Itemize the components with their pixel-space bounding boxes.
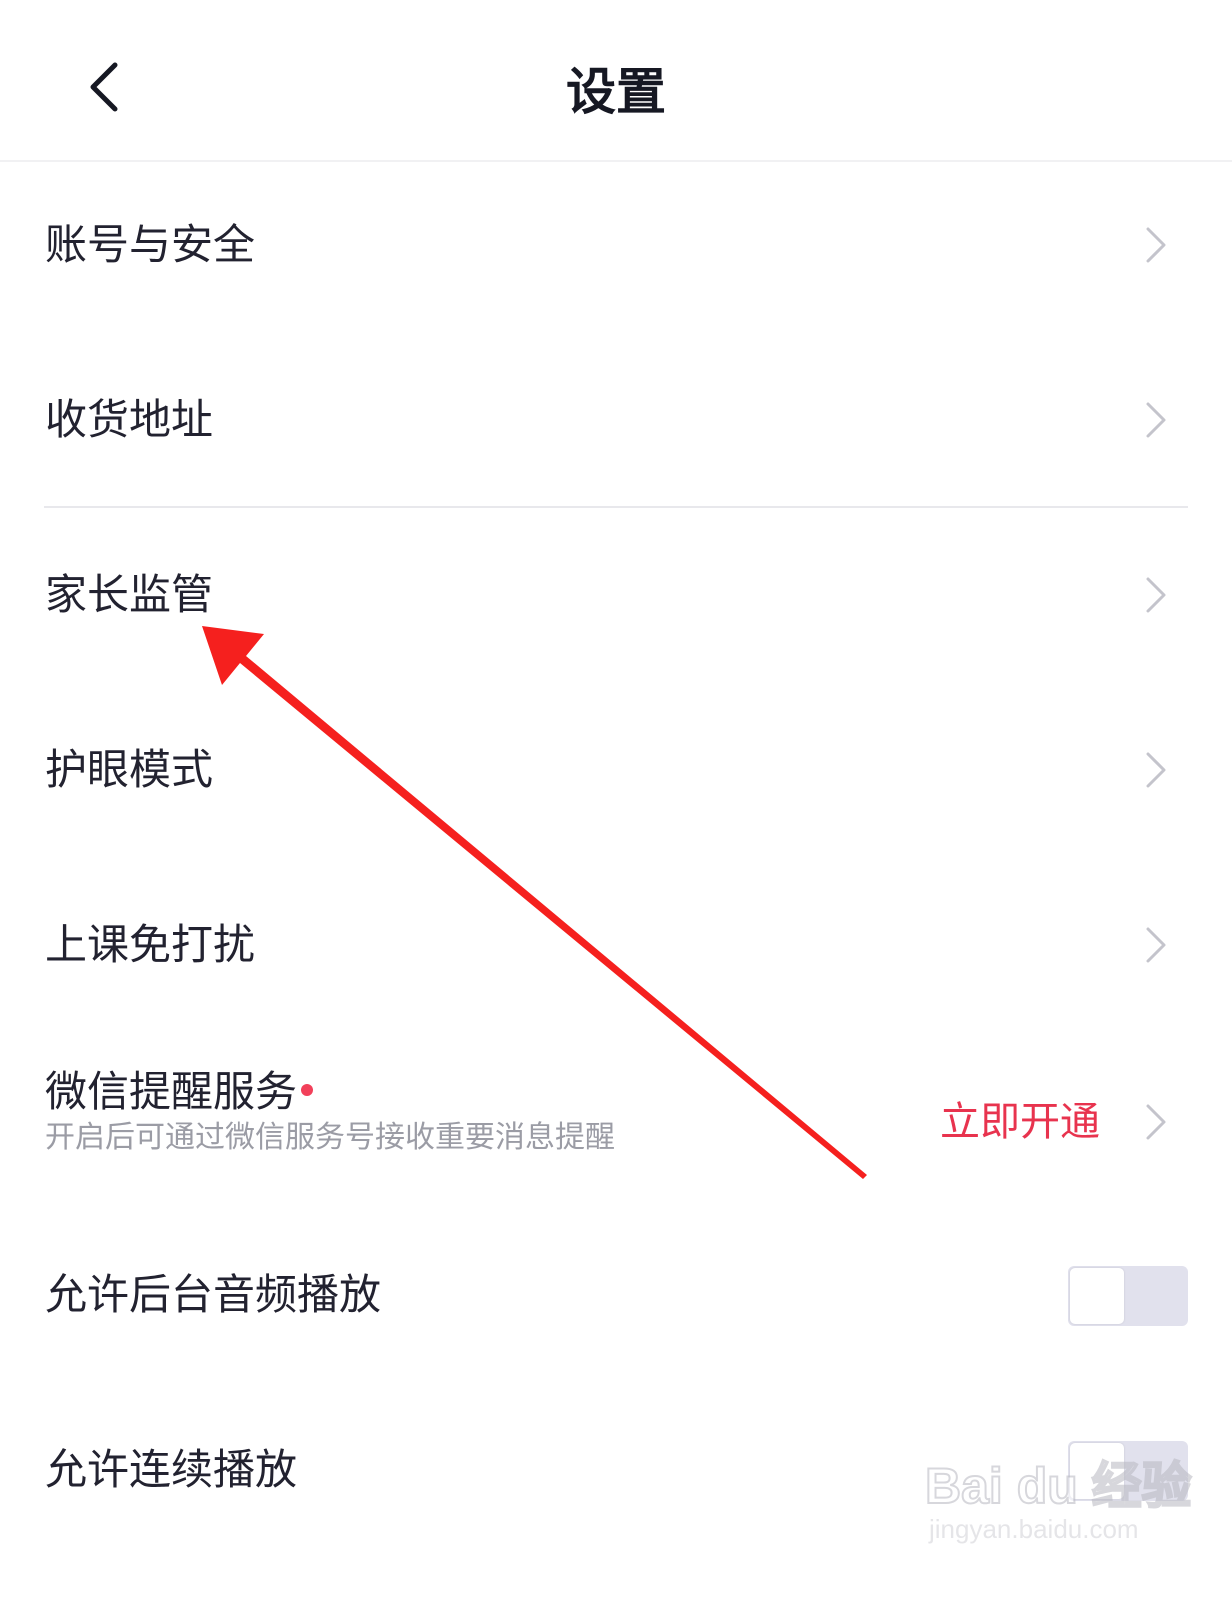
settings-item-description: 开启后可通过微信服务号接收重要消息提醒	[45, 1120, 615, 1155]
settings-item-shipping-address[interactable]: 收货地址	[0, 350, 1232, 490]
chevron-right-icon	[1146, 752, 1166, 788]
settings-item-label: 上课免打扰	[45, 920, 256, 969]
chevron-right-icon	[1146, 227, 1166, 263]
settings-item-parental-control[interactable]: 家长监管	[0, 525, 1232, 665]
settings-item-wechat-reminder[interactable]: 微信提醒服务 开启后可通过微信服务号接收重要消息提醒 立即开通	[0, 1050, 1232, 1210]
settings-item-label: 微信提醒服务	[45, 1067, 298, 1116]
chevron-right-icon	[1146, 927, 1166, 963]
settings-item-class-do-not-disturb[interactable]: 上课免打扰	[0, 875, 1232, 1015]
chevron-right-icon	[1146, 577, 1166, 613]
chevron-right-icon	[1146, 402, 1166, 438]
settings-item-account-security[interactable]: 账号与安全	[0, 175, 1232, 315]
page-title: 设置	[566, 63, 666, 121]
activate-now-link[interactable]: 立即开通	[940, 1092, 1100, 1152]
baidu-jingyan-watermark: Bai du 经验 jingyan.baidu.com	[924, 1436, 1193, 1566]
settings-item-background-audio: 允许后台音频播放	[0, 1225, 1232, 1365]
chevron-right-icon	[1146, 1104, 1166, 1140]
settings-item-label: 账号与安全	[45, 220, 256, 269]
settings-item-label: 护眼模式	[45, 745, 214, 794]
toggle-knob	[1070, 1268, 1124, 1324]
settings-item-label: 允许后台音频播放	[45, 1270, 382, 1319]
watermark-brand: Bai du 经验	[924, 1457, 1193, 1515]
settings-item-eye-protection[interactable]: 护眼模式	[0, 700, 1232, 840]
settings-item-title: 微信提醒服务	[45, 1062, 314, 1122]
watermark-url: jingyan.baidu.com	[929, 1514, 1139, 1544]
settings-item-label: 家长监管	[45, 570, 214, 619]
settings-item-label: 允许连续播放	[45, 1445, 298, 1494]
new-badge-dot	[301, 1084, 314, 1096]
section-divider	[44, 506, 1188, 508]
settings-item-label: 收货地址	[45, 395, 214, 444]
top-nav-bar: 设置	[0, 0, 1232, 162]
background-audio-toggle[interactable]	[1068, 1266, 1188, 1326]
